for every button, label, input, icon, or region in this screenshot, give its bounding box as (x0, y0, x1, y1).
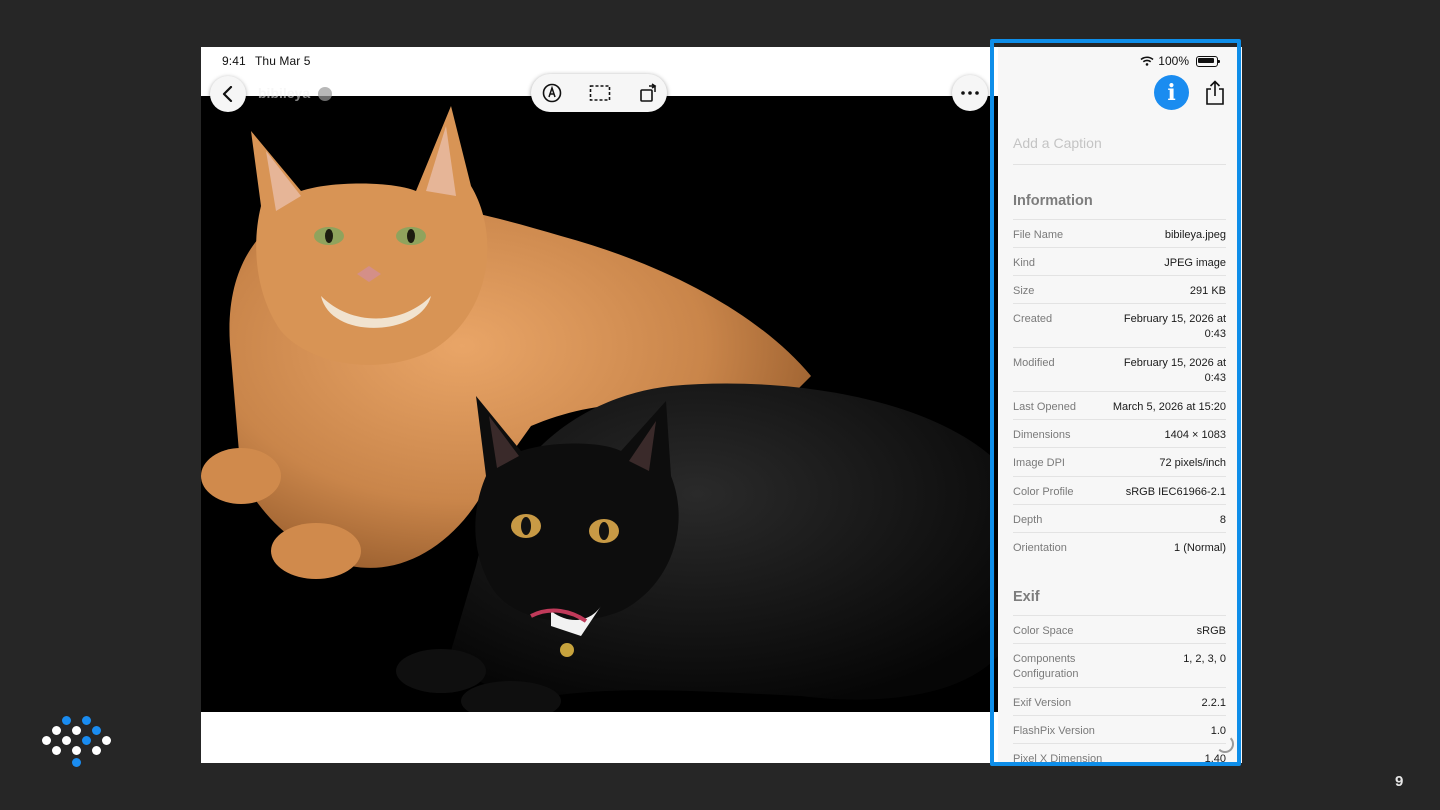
rotate-icon (640, 83, 657, 102)
status-time: 9:41 (222, 54, 246, 68)
slide-page-number: 9 (1395, 773, 1404, 790)
back-button[interactable] (210, 76, 246, 112)
markup-button[interactable] (541, 82, 563, 104)
ellipsis-icon (961, 91, 979, 95)
highlight-frame (990, 39, 1241, 766)
photo-viewer[interactable] (201, 96, 998, 712)
markup-pen-icon (542, 83, 562, 103)
photo-bottom-area (201, 712, 998, 763)
more-button[interactable] (952, 75, 988, 111)
slide-logo (40, 716, 112, 780)
selection-icon (589, 85, 611, 101)
chevron-left-icon (222, 86, 233, 102)
status-date: Thu Mar 5 (254, 54, 311, 68)
cats-photo (201, 96, 998, 712)
selection-button[interactable] (589, 82, 611, 104)
rotate-button[interactable] (638, 82, 660, 104)
editing-toolbar (531, 74, 667, 112)
title-dropdown-icon[interactable] (318, 87, 332, 101)
document-title[interactable]: bibileya (258, 85, 310, 101)
status-bar-time: 9:41 Thu Mar 5 (222, 54, 317, 68)
